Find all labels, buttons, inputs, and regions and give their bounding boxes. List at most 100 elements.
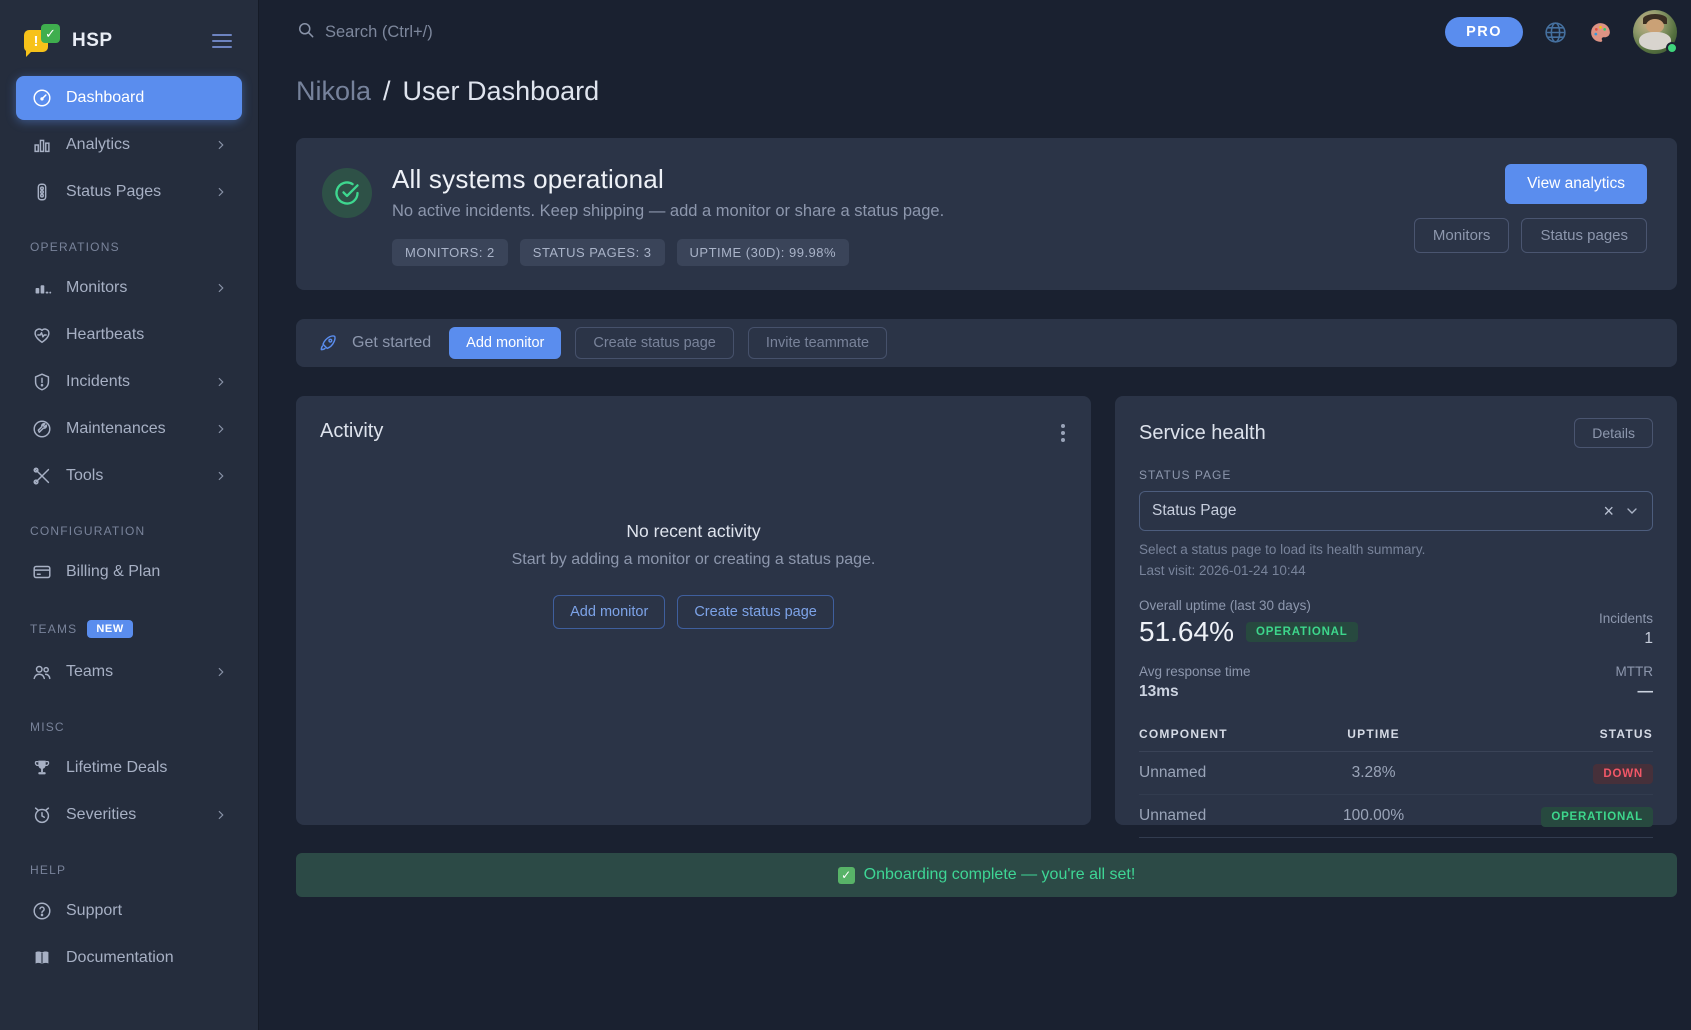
create-status-page-button[interactable]: Create status page [575,327,734,359]
sidebar-section-teams: TEAMS NEW [30,620,228,638]
kebab-menu-icon[interactable] [1057,420,1069,446]
monitors-count-chip: MONITORS: 2 [392,239,508,266]
empty-add-monitor-button[interactable]: Add monitor [553,595,665,629]
column-header-uptime: UPTIME [1313,721,1433,752]
status-pages-count-chip: STATUS PAGES: 3 [520,239,665,266]
get-started-label: Get started [352,334,431,352]
chevron-right-icon [214,665,228,679]
sidebar-item-severities[interactable]: Severities [16,793,242,837]
chevron-right-icon [214,281,228,295]
sidebar-item-maintenances[interactable]: Maintenances [16,407,242,451]
user-avatar[interactable] [1633,10,1677,54]
breadcrumb-separator: / [383,76,391,107]
search-placeholder: Search (Ctrl+/) [325,23,433,42]
sidebar-item-billing[interactable]: Billing & Plan [16,550,242,594]
table-row: Unnamed 3.28% DOWN [1139,752,1653,795]
language-globe-icon[interactable] [1543,20,1568,45]
sidebar-item-heartbeats[interactable]: Heartbeats [16,313,242,357]
help-circle-icon [30,899,54,923]
logo-check-icon: ✓ [41,24,60,43]
sidebar-nav: Dashboard Analytics Status Pages OPERATI… [0,72,258,987]
component-name: Unnamed [1139,795,1313,838]
page-title: User Dashboard [403,76,600,107]
sidebar-item-label: Severities [66,806,202,824]
sidebar-item-label: Heartbeats [66,326,228,344]
incidents-label: Incidents [1599,611,1653,626]
hero-stat-chips: MONITORS: 2 STATUS PAGES: 3 UPTIME (30D)… [392,239,944,266]
shield-alert-icon [30,370,54,394]
uptime-status-badge: OPERATIONAL [1246,622,1358,642]
topbar: Search (Ctrl+/) PRO [296,0,1677,64]
system-status-card: All systems operational No active incide… [296,138,1677,290]
sidebar-item-teams[interactable]: Teams [16,650,242,694]
invite-teammate-button[interactable]: Invite teammate [748,327,887,359]
search-input[interactable]: Search (Ctrl+/) [296,20,433,45]
chevron-right-icon [214,469,228,483]
app-logo-icon: ! ✓ [24,24,62,58]
sidebar-item-lifetime-deals[interactable]: Lifetime Deals [16,746,242,790]
chevron-right-icon [214,422,228,436]
online-status-dot [1666,42,1678,54]
maintenance-wrench-icon [30,417,54,441]
breadcrumb-parent[interactable]: Nikola [296,76,371,107]
sidebar-item-dashboard[interactable]: Dashboard [16,76,242,120]
sidebar: ! ✓ HSP Dashboard Analytics [0,0,259,1030]
hero-actions: View analytics Monitors Status pages [1414,164,1647,266]
onboarding-banner-text: Onboarding complete — you're all set! [864,866,1136,884]
view-analytics-button[interactable]: View analytics [1505,164,1647,204]
chevron-down-icon [1624,503,1640,519]
sidebar-item-incidents[interactable]: Incidents [16,360,242,404]
sidebar-item-monitors[interactable]: Monitors [16,266,242,310]
component-uptime: 100.00% [1313,795,1433,838]
tools-icon [30,464,54,488]
status-badge: OPERATIONAL [1541,807,1653,827]
traffic-light-icon [30,180,54,204]
status-pages-button[interactable]: Status pages [1521,218,1647,253]
app-name: HSP [72,30,208,52]
details-button[interactable]: Details [1574,418,1653,448]
avg-response-label: Avg response time [1139,664,1251,679]
pro-badge[interactable]: PRO [1445,17,1523,47]
service-health-title: Service health [1139,422,1266,445]
check-circle-icon [322,168,372,218]
uptime-label: Overall uptime (last 30 days) [1139,598,1358,613]
status-page-select-value: Status Page [1152,502,1603,520]
search-icon [296,20,316,45]
mttr-label: MTTR [1616,664,1654,679]
heartbeat-icon [30,323,54,347]
empty-state-subtitle: Start by adding a monitor or creating a … [320,551,1067,569]
sidebar-item-label: Incidents [66,373,202,391]
table-row: Unnamed 100.00% OPERATIONAL [1139,795,1653,838]
add-monitor-button[interactable]: Add monitor [449,327,561,359]
logo-row: ! ✓ HSP [0,18,258,72]
monitors-bars-icon [30,276,54,300]
avg-response-value: 13ms [1139,683,1251,701]
sidebar-item-label: Maintenances [66,420,202,438]
components-table: COMPONENT UPTIME STATUS Unnamed 3.28% DO… [1139,721,1653,838]
empty-create-status-page-button[interactable]: Create status page [677,595,834,629]
sidebar-item-tools[interactable]: Tools [16,454,242,498]
sidebar-item-label: Support [66,902,228,920]
sidebar-item-documentation[interactable]: Documentation [16,936,242,980]
sidebar-item-support[interactable]: Support [16,889,242,933]
activity-title: Activity [320,420,1067,443]
status-page-select[interactable]: Status Page × [1139,491,1653,531]
column-header-component: COMPONENT [1139,721,1313,752]
select-helper-text: Select a status page to load its health … [1139,542,1653,557]
sidebar-section-operations: OPERATIONS [30,240,228,254]
check-box-icon: ✓ [838,867,855,884]
chevron-right-icon [214,375,228,389]
sidebar-section-configuration: CONFIGURATION [30,524,228,538]
rocket-icon [318,333,338,353]
menu-toggle-icon[interactable] [208,30,236,52]
credit-card-icon [30,560,54,584]
activity-card: Activity No recent activity Start by add… [296,396,1091,825]
trophy-icon [30,756,54,780]
sidebar-item-label: Dashboard [66,89,228,107]
sidebar-item-label: Teams [66,663,202,681]
monitors-button[interactable]: Monitors [1414,218,1510,253]
sidebar-item-status-pages[interactable]: Status Pages [16,170,242,214]
clear-selection-icon[interactable]: × [1603,501,1614,522]
theme-palette-icon[interactable] [1588,20,1613,45]
sidebar-item-analytics[interactable]: Analytics [16,123,242,167]
